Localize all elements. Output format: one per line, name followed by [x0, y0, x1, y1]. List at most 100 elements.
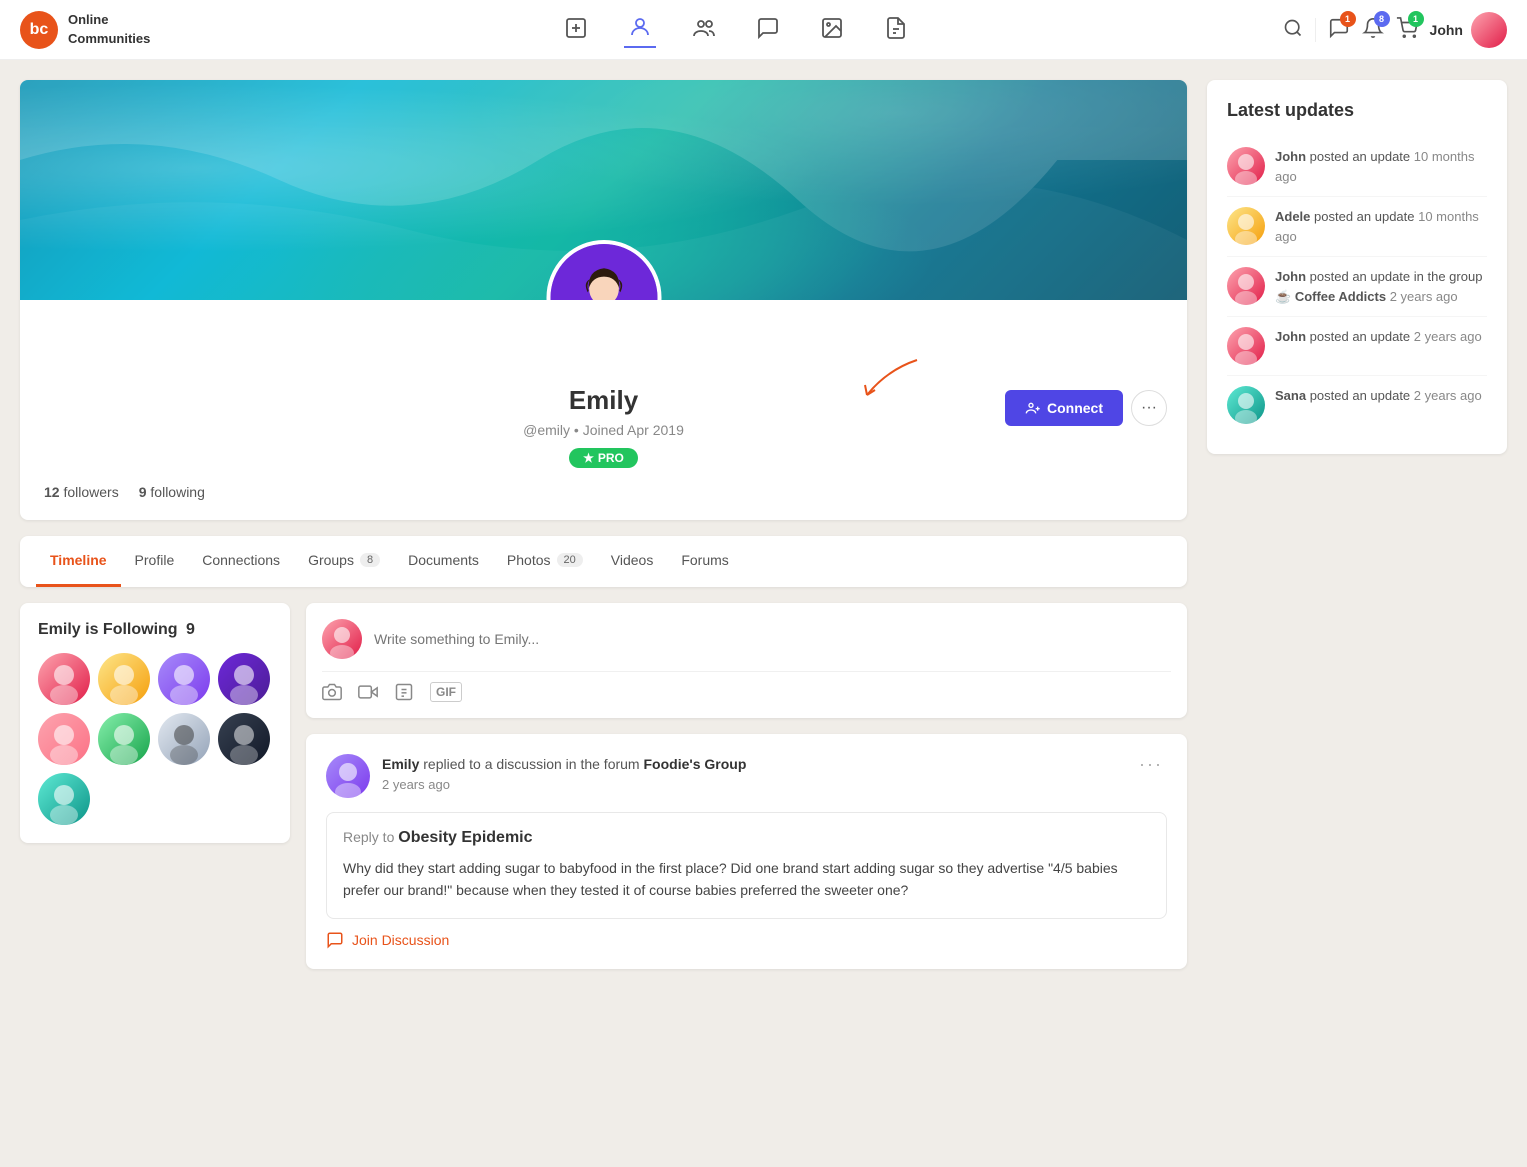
- reply-topic-line: Reply to Obesity Epidemic: [343, 829, 1150, 847]
- post-attachment-tool[interactable]: [394, 682, 414, 702]
- connect-icon: [1025, 400, 1041, 416]
- pro-badge: ★ PRO: [569, 448, 638, 468]
- tab-forums[interactable]: Forums: [667, 536, 742, 587]
- activity-more-button[interactable]: ···: [1135, 754, 1167, 775]
- update-item-1: John posted an update 10 months ago: [1227, 137, 1487, 197]
- following-avatar-1[interactable]: [38, 653, 90, 705]
- reply-box: Reply to Obesity Epidemic Why did they s…: [326, 812, 1167, 919]
- update-avatar-2[interactable]: [1227, 207, 1265, 245]
- post-input[interactable]: [374, 631, 1171, 647]
- user-menu[interactable]: John: [1430, 12, 1507, 48]
- following-avatar-9[interactable]: [38, 773, 90, 825]
- update-avatar-5[interactable]: [1227, 386, 1265, 424]
- tab-photos[interactable]: Photos 20: [493, 536, 597, 587]
- profile-tabs: Timeline Profile Connections Groups 8 Do…: [20, 536, 1187, 587]
- reply-topic-name[interactable]: Obesity Epidemic: [398, 829, 532, 846]
- followers-stat[interactable]: 12 followers: [44, 484, 119, 500]
- user-avatar: [1471, 12, 1507, 48]
- logo[interactable]: bc Online Communities: [20, 11, 150, 49]
- activity-time: 2 years ago: [382, 777, 1123, 792]
- following-avatar-7[interactable]: [158, 713, 210, 765]
- messages-button[interactable]: 1: [1328, 17, 1350, 42]
- profile-actions: Connect ···: [1005, 390, 1167, 426]
- activity-author-avatar[interactable]: [326, 754, 370, 798]
- tab-timeline[interactable]: Timeline: [36, 536, 121, 587]
- cover-photo: Student: [20, 80, 1187, 300]
- following-avatars-grid: [38, 653, 272, 825]
- cart-button[interactable]: 1: [1396, 17, 1418, 42]
- update-item-2: Adele posted an update 10 months ago: [1227, 197, 1487, 257]
- profile-joined: Joined Apr 2019: [583, 422, 684, 438]
- tab-documents[interactable]: Documents: [394, 536, 493, 587]
- tab-videos[interactable]: Videos: [597, 536, 668, 587]
- discussion-icon: [326, 931, 344, 949]
- latest-updates-title: Latest updates: [1227, 100, 1487, 121]
- nav-profile[interactable]: [624, 11, 656, 48]
- following-stat[interactable]: 9 following: [139, 484, 205, 500]
- following-avatar-8[interactable]: [218, 713, 270, 765]
- profile-info: Emily @emily • Joined Apr 2019 ★ PRO 12 …: [20, 300, 1187, 520]
- following-widget-title: Emily is Following 9: [38, 621, 272, 639]
- post-box: GIF: [306, 603, 1187, 718]
- update-item-5: Sana posted an update 2 years ago: [1227, 376, 1487, 434]
- activity-post: Emily replied to a discussion in the for…: [306, 734, 1187, 969]
- update-item-3: John posted an update in the group ☕ Cof…: [1227, 257, 1487, 317]
- update-text-3: John posted an update in the group ☕ Cof…: [1275, 267, 1487, 306]
- update-text-1: John posted an update 10 months ago: [1275, 147, 1487, 186]
- more-options-button[interactable]: ···: [1131, 390, 1167, 426]
- nav-members[interactable]: [688, 12, 720, 47]
- following-avatar-5[interactable]: [38, 713, 90, 765]
- logo-text: Online Communities: [68, 11, 150, 47]
- profile-avatar-image: [550, 240, 657, 300]
- profile-handle: @emily: [523, 422, 570, 438]
- following-avatar-6[interactable]: [98, 713, 150, 765]
- messages-badge: 1: [1340, 11, 1356, 27]
- following-widget: Emily is Following 9: [20, 603, 290, 843]
- current-user-avatar: [322, 619, 362, 659]
- nav-create[interactable]: [560, 12, 592, 47]
- logo-icon: bc: [20, 11, 58, 49]
- activity-author-name[interactable]: Emily: [382, 756, 419, 772]
- cart-badge: 1: [1408, 11, 1424, 27]
- update-avatar-4[interactable]: [1227, 327, 1265, 365]
- profile-avatar: [546, 240, 661, 300]
- following-avatar-4[interactable]: [218, 653, 270, 705]
- post-video-tool[interactable]: [358, 682, 378, 702]
- search-button[interactable]: [1283, 18, 1303, 41]
- update-item-4: John posted an update 2 years ago: [1227, 317, 1487, 376]
- profile-card: Student Emily @emily • Joined Apr 2019: [20, 80, 1187, 520]
- site-header: bc Online Communities: [0, 0, 1527, 60]
- update-avatar-1[interactable]: [1227, 147, 1265, 185]
- join-discussion-btn[interactable]: Join Discussion: [326, 931, 1167, 949]
- update-text-2: Adele posted an update 10 months ago: [1275, 207, 1487, 246]
- notifications-button[interactable]: 8: [1362, 17, 1384, 42]
- latest-updates-card: Latest updates John posted an update 10 …: [1207, 80, 1507, 454]
- update-text-5: Sana posted an update 2 years ago: [1275, 386, 1482, 406]
- post-camera-tool[interactable]: [322, 682, 342, 702]
- tab-groups[interactable]: Groups 8: [294, 536, 394, 587]
- arrow-annotation: [847, 350, 927, 413]
- group-emoji-icon: ☕: [1275, 289, 1291, 304]
- main-nav: [190, 11, 1282, 48]
- profile-name: Emily: [44, 385, 1163, 416]
- pro-label: PRO: [598, 451, 624, 465]
- connect-button[interactable]: Connect: [1005, 390, 1123, 426]
- nav-documents[interactable]: [880, 12, 912, 47]
- update-text-4: John posted an update 2 years ago: [1275, 327, 1482, 347]
- nav-photos[interactable]: [816, 12, 848, 47]
- nav-messages[interactable]: [752, 12, 784, 47]
- reply-content-text: Why did they start adding sugar to babyf…: [343, 857, 1150, 902]
- profile-stats: 12 followers 9 following: [44, 484, 1163, 500]
- profile-avatar-wrapper: Student: [546, 240, 661, 300]
- post-gif-tool[interactable]: GIF: [430, 682, 462, 702]
- update-avatar-3[interactable]: [1227, 267, 1265, 305]
- following-avatar-2[interactable]: [98, 653, 150, 705]
- activity-forum-name[interactable]: Foodie's Group: [643, 756, 746, 772]
- profile-handle-joined: @emily • Joined Apr 2019: [44, 422, 1163, 438]
- following-avatar-3[interactable]: [158, 653, 210, 705]
- tab-profile[interactable]: Profile: [121, 536, 189, 587]
- tab-connections[interactable]: Connections: [188, 536, 294, 587]
- user-name-label: John: [1430, 22, 1463, 38]
- activity-meta-text: Emily replied to a discussion in the for…: [382, 754, 1123, 775]
- notifications-badge: 8: [1374, 11, 1390, 27]
